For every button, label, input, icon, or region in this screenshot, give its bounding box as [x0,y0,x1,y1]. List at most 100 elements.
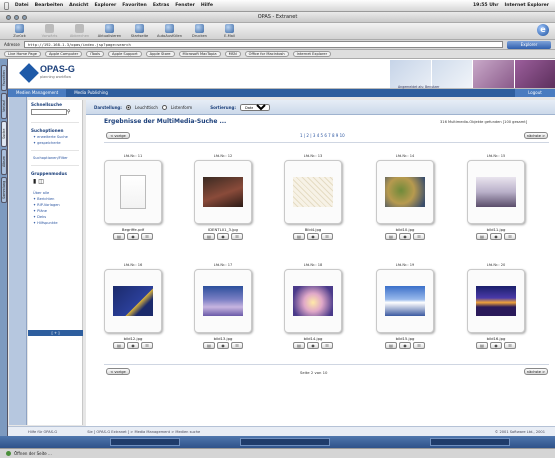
advanced-search-link[interactable]: ✦ erweiterte Suche [33,135,82,139]
group-link[interactable]: ✦ Pläne [33,209,82,213]
thumbnail-image[interactable] [120,175,146,209]
fav-item[interactable]: Office for Macintosh [244,51,289,57]
group-link[interactable]: ✦ Berichten [33,197,82,201]
media-card[interactable]: Lfd.Nr.: 15 bild11.jpg ▤ ◉ ☷ [467,154,525,240]
menu-bearbeiten[interactable]: Bearbeiten [35,3,64,8]
autofill-button[interactable]: AutoAusfüllen [156,24,183,38]
media-card[interactable]: Lfd.Nr.: 17 bild13.jpg ▤ ◉ ☷ [194,263,252,349]
tab-sammlung[interactable]: Sammlung [1,177,7,203]
media-card[interactable]: Lfd.Nr.: 13 Bild4.jpg ▤ ◉ ☷ [284,154,342,240]
zoom-icon[interactable] [22,15,27,20]
thumbnail-frame[interactable] [284,160,342,224]
media-card[interactable]: Lfd.Nr.: 14 bild10.jpg ▤ ◉ ☷ [376,154,434,240]
cart-icon[interactable]: ☷ [141,342,153,349]
cart-icon[interactable]: ☷ [321,233,333,240]
fav-item[interactable]: Microsoft MacTopia [178,51,221,57]
group-link[interactable]: Über alle [33,191,82,195]
pagination[interactable]: 1 | 2 | 3 4 5 6 7 8 9 10 [300,133,345,138]
tab-verlauf[interactable]: Verlauf [1,93,7,119]
saved-search-link[interactable]: ✦ gespeicherte [33,141,82,145]
cart-icon[interactable]: ☷ [413,342,425,349]
prev-button-bottom[interactable]: < vorige [106,368,130,375]
thumbnail-frame[interactable] [284,269,342,333]
go-button[interactable]: Explorer [507,40,551,49]
cart-icon[interactable]: ☷ [504,233,516,240]
thumbnail-frame[interactable] [104,269,162,333]
preview-icon[interactable]: ◉ [307,233,319,240]
thumbnail-frame[interactable] [376,160,434,224]
info-icon[interactable]: ▤ [293,233,305,240]
media-card[interactable]: Lfd.Nr.: 20 bild16.jpg ▤ ◉ ☷ [467,263,525,349]
info-icon[interactable]: ▤ [113,233,125,240]
thumbnail-frame[interactable] [194,160,252,224]
print-button[interactable]: Drucken [186,24,213,38]
next-button[interactable]: nächste > [524,132,548,139]
cart-icon[interactable]: ☷ [141,233,153,240]
search-icon[interactable]: ⚲ [67,109,75,115]
fav-item[interactable]: Apple Store [145,51,175,57]
filter-link[interactable]: Suchoptionen/Filter [33,156,82,160]
thumbnail-image[interactable] [203,177,243,207]
menu-hilfe[interactable]: Hilfe [201,3,213,8]
info-icon[interactable]: ▤ [385,233,397,240]
logout-button[interactable]: Logout [515,89,555,97]
fav-item[interactable]: Internet Explorer [292,51,332,57]
tab-medien-management[interactable]: Medien Management [8,89,67,97]
preview-icon[interactable]: ◉ [127,342,139,349]
info-icon[interactable]: ▤ [476,342,488,349]
prev-button[interactable]: < vorige [106,132,130,139]
home-button[interactable]: Startseite [126,24,153,38]
help-link[interactable]: Hilfe für OPAS-G [28,430,57,434]
media-card[interactable]: Lfd.Nr.: 18 bild14.jpg ▤ ◉ ☷ [284,263,342,349]
close-icon[interactable] [6,15,11,20]
fav-item[interactable]: Apple Computer [44,51,83,57]
url-field[interactable]: http://192.168.1.3/opas/index.jsp?page=s… [23,41,503,48]
forward-button[interactable]: Vorwärts [36,24,63,38]
cart-icon[interactable]: ☷ [231,233,243,240]
menu-fenster[interactable]: Fenster [175,3,195,8]
preview-icon[interactable]: ◉ [217,233,229,240]
thumbnail-frame[interactable] [104,160,162,224]
preview-icon[interactable]: ◉ [490,233,502,240]
fav-item[interactable]: iTools [86,51,105,57]
fav-item[interactable]: Live Home Page [4,51,41,57]
info-icon[interactable]: ▤ [203,233,215,240]
thumbnail-frame[interactable] [467,160,525,224]
thumbnail-frame[interactable] [194,269,252,333]
window-controls[interactable] [6,15,27,20]
group-link[interactable]: ✦ Deks [33,215,82,219]
preview-icon[interactable]: ◉ [217,342,229,349]
fav-item[interactable]: Apple Support [108,51,142,57]
sort-select[interactable]: Dateiname [239,103,270,111]
preview-icon[interactable]: ◉ [399,233,411,240]
media-card[interactable]: Lfd.Nr.: 11 Begriffe.pdf ▤ ◉ ☷ [104,154,162,240]
info-icon[interactable]: ▤ [113,342,125,349]
thumbnail-image[interactable] [385,177,425,207]
tab-favoriten[interactable]: Favoriten [1,65,7,91]
info-icon[interactable]: ▤ [293,342,305,349]
app-switcher[interactable]: Internet Explorer [504,3,549,8]
info-icon[interactable]: ▤ [385,342,397,349]
quicksearch-input[interactable] [31,109,67,115]
media-card[interactable]: Lfd.Nr.: 16 bild12.jpg ▤ ◉ ☷ [104,263,162,349]
tab-suche[interactable]: Suche [1,121,7,147]
thumbnail-image[interactable] [476,286,516,316]
minimize-icon[interactable] [14,15,19,20]
thumbnail-frame[interactable] [376,269,434,333]
back-button[interactable]: Zurück [6,24,33,38]
sidebar-footer[interactable]: [ + ] [28,330,83,336]
preview-icon[interactable]: ◉ [307,342,319,349]
media-card[interactable]: Lfd.Nr.: 12 IDENTL01_3.jpg ▤ ◉ ☷ [194,154,252,240]
group-link[interactable]: ✦ RIP-Vorlagen [33,203,82,207]
apple-menu-icon[interactable]:  [4,1,9,10]
fav-item[interactable]: MSN [224,51,241,57]
menu-ansicht[interactable]: Ansicht [69,3,88,8]
thumbnail-image[interactable] [476,177,516,207]
thumbnail-image[interactable] [293,177,333,207]
thumbnail-image[interactable] [385,286,425,316]
thumbnail-image[interactable] [113,286,153,316]
thumbnail-image[interactable] [293,286,333,316]
menu-explorer[interactable]: Explorer [95,3,117,8]
stop-button[interactable]: Abbrechen [66,24,93,38]
tab-album[interactable]: Album [1,149,7,175]
